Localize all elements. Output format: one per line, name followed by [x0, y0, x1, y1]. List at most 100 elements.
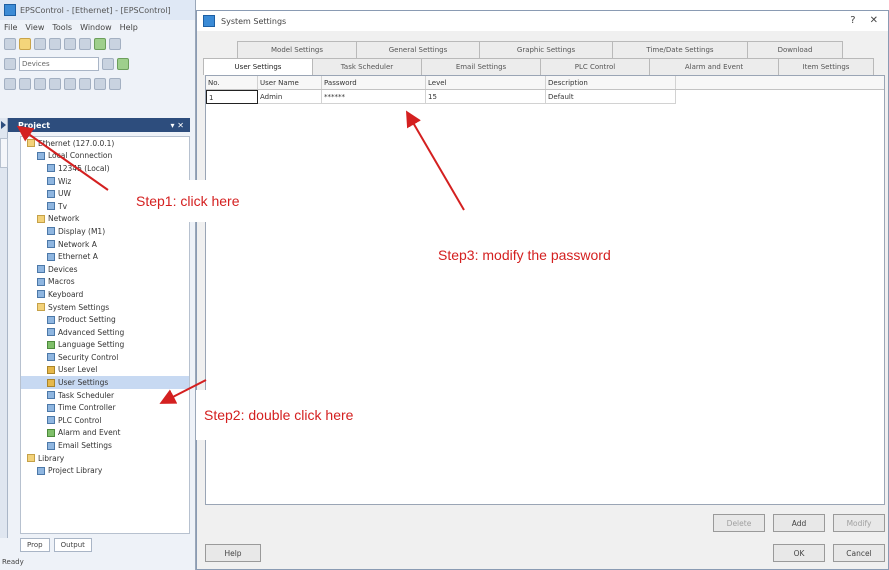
key-icon: [47, 365, 55, 374]
cfg-icon: [47, 227, 55, 236]
help-button[interactable]: Help: [205, 544, 261, 562]
pointer-icon[interactable]: [4, 78, 16, 90]
tree-item[interactable]: Devices: [21, 263, 189, 276]
tab-time-date-settings[interactable]: Time/Date Settings: [612, 41, 748, 58]
tab-email-settings[interactable]: Email Settings: [421, 58, 541, 75]
tab-item-settings[interactable]: Item Settings: [778, 58, 874, 75]
cell-no[interactable]: 1: [206, 90, 258, 104]
tab-plc-control[interactable]: PLC Control: [540, 58, 650, 75]
cfg-icon: [47, 177, 55, 186]
cell-level[interactable]: 15: [426, 90, 546, 104]
polygon-icon[interactable]: [79, 78, 91, 90]
cfg-icon: [47, 240, 55, 249]
tab-task-scheduler[interactable]: Task Scheduler: [312, 58, 422, 75]
tree-item[interactable]: Project Library: [21, 464, 189, 477]
menu-window[interactable]: Window: [80, 23, 112, 32]
tree-item[interactable]: Advanced Setting: [21, 326, 189, 339]
line-icon[interactable]: [19, 78, 31, 90]
tree-item[interactable]: Keyboard: [21, 288, 189, 301]
app-icon: [4, 4, 16, 16]
tree-item[interactable]: Task Scheduler: [21, 389, 189, 402]
tree-item[interactable]: Macros: [21, 276, 189, 289]
tab-general-settings[interactable]: General Settings: [356, 41, 480, 58]
tree-item[interactable]: System Settings: [21, 301, 189, 314]
cfg-icon: [37, 290, 45, 299]
run-icon[interactable]: [117, 58, 129, 70]
cfg-icon: [47, 328, 55, 337]
side-tab[interactable]: [0, 138, 8, 168]
tree-item[interactable]: Library: [21, 452, 189, 465]
ok-button[interactable]: OK: [773, 544, 825, 562]
cfg-icon: [47, 202, 55, 211]
copy-icon[interactable]: [64, 38, 76, 50]
new-icon[interactable]: [4, 38, 16, 50]
tree-item-label: Email Settings: [58, 441, 112, 451]
tab-row-2: User Settings Task Scheduler Email Setti…: [203, 58, 874, 75]
modify-button[interactable]: Modify: [833, 514, 885, 532]
tree-item-label: UW: [58, 189, 71, 199]
tree-item[interactable]: PLC Control: [21, 414, 189, 427]
tree-item[interactable]: Product Setting: [21, 313, 189, 326]
menu-file[interactable]: File: [4, 23, 17, 32]
project-panel-title: Project: [18, 120, 51, 130]
folder-icon: [37, 303, 45, 312]
cfg-icon: [37, 466, 45, 475]
menu-help[interactable]: Help: [120, 23, 138, 32]
tab-alarm-and-event[interactable]: Alarm and Event: [649, 58, 779, 75]
tree-item[interactable]: Ethernet A: [21, 250, 189, 263]
rect-icon[interactable]: [49, 78, 61, 90]
tree-item[interactable]: Security Control: [21, 351, 189, 364]
cell-user-name[interactable]: Admin: [258, 90, 322, 104]
key-icon: [47, 378, 55, 387]
menu-tools[interactable]: Tools: [52, 23, 72, 32]
tree-item-label: Language Setting: [58, 340, 125, 350]
tree-item-label: Product Setting: [58, 315, 116, 325]
tab-download[interactable]: Download: [747, 41, 843, 58]
dropdown-icon[interactable]: [102, 58, 114, 70]
tree-item[interactable]: Ethernet (127.0.0.1): [21, 137, 189, 150]
tab-output[interactable]: Output: [53, 538, 92, 552]
tree-item[interactable]: 12345 (Local): [21, 162, 189, 175]
tab-prop[interactable]: Prop: [20, 538, 50, 552]
tree-item[interactable]: Local Connection: [21, 150, 189, 163]
tree-item[interactable]: Display (M1): [21, 225, 189, 238]
panel-controls[interactable]: ▾ ✕: [170, 121, 184, 130]
cut-icon[interactable]: [49, 38, 61, 50]
compile-icon[interactable]: [94, 38, 106, 50]
tree-item[interactable]: Time Controller: [21, 401, 189, 414]
tree-item[interactable]: User Settings: [21, 376, 189, 389]
tree-item[interactable]: Email Settings: [21, 439, 189, 452]
tree-item-label: Security Control: [58, 352, 119, 362]
tree-item[interactable]: Language Setting: [21, 339, 189, 352]
expand-arrow-icon[interactable]: [1, 121, 6, 129]
delete-button[interactable]: Delete: [713, 514, 765, 532]
save-icon[interactable]: [34, 38, 46, 50]
text-icon[interactable]: [34, 78, 46, 90]
help-icon[interactable]: ?: [850, 15, 855, 26]
add-button[interactable]: Add: [773, 514, 825, 532]
cell-password[interactable]: ******: [322, 90, 426, 104]
cell-description[interactable]: Default: [546, 90, 676, 104]
tree-item[interactable]: Alarm and Event: [21, 427, 189, 440]
paste-icon[interactable]: [79, 38, 91, 50]
tab-model-settings[interactable]: Model Settings: [237, 41, 357, 58]
tree-item-label: User Level: [58, 365, 98, 375]
tree-item[interactable]: User Level: [21, 364, 189, 377]
close-icon[interactable]: ✕: [870, 15, 878, 26]
tab-user-settings[interactable]: User Settings: [203, 58, 313, 75]
open-icon[interactable]: [19, 38, 31, 50]
table-row[interactable]: 1 Admin ****** 15 Default: [206, 90, 884, 104]
step2-note: Step2: double click here: [196, 390, 432, 440]
help-icon[interactable]: [109, 38, 121, 50]
tab-graphic-settings[interactable]: Graphic Settings: [479, 41, 613, 58]
tab-row-1: Model Settings General Settings Graphic …: [237, 41, 843, 58]
image-icon[interactable]: [94, 78, 106, 90]
tree-item-label: Task Scheduler: [58, 390, 115, 400]
cancel-button[interactable]: Cancel: [833, 544, 885, 562]
tree-item[interactable]: Network A: [21, 238, 189, 251]
align-icon[interactable]: [4, 58, 16, 70]
ellipse-icon[interactable]: [64, 78, 76, 90]
device-combo[interactable]: Devices: [19, 57, 99, 71]
table-icon[interactable]: [109, 78, 121, 90]
menu-view[interactable]: View: [25, 23, 44, 32]
